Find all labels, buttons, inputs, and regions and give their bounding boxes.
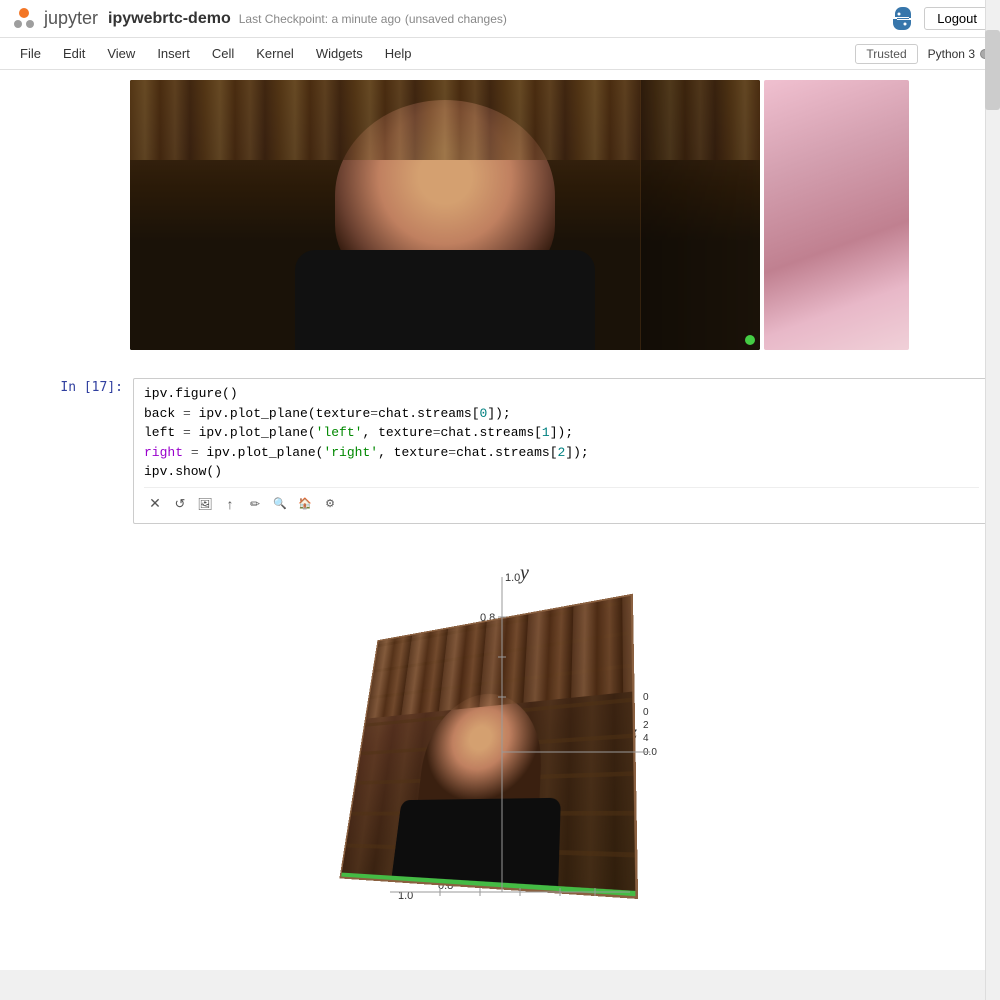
menu-cell[interactable]: Cell xyxy=(202,42,244,65)
unsaved-changes: (unsaved changes) xyxy=(405,12,507,26)
toolbar-home-icon[interactable]: 🏠 xyxy=(294,493,316,515)
logout-button[interactable]: Logout xyxy=(924,7,990,30)
z-tick-00: 0.0 xyxy=(643,747,657,758)
topbar: jupyter ipywebrtc-demo Last Checkpoint: … xyxy=(0,0,1000,38)
cell-content[interactable]: ipv.figure() back = ipv.plot_plane(textu… xyxy=(133,378,990,524)
code-cell-wrapper: In [17]: ipv.figure() back = ipv.plot_pl… xyxy=(3,373,1000,529)
video-body xyxy=(295,250,595,350)
video-green-indicator xyxy=(745,335,755,345)
menu-insert[interactable]: Insert xyxy=(147,42,200,65)
code-line-2: back = ipv.plot_plane(texture=chat.strea… xyxy=(144,404,979,424)
toolbar-refresh-icon[interactable]: ↺ xyxy=(169,493,191,515)
kernel-info: Python 3 xyxy=(928,47,990,61)
menu-file[interactable]: File xyxy=(10,42,51,65)
side-video xyxy=(764,80,909,350)
toolbar-edit-icon[interactable]: ✏ xyxy=(244,493,266,515)
viz-container: y 1.0 x z 0.8 0.6 0.4 1.0 0.8 0.6 0.4 0.… xyxy=(290,552,710,932)
z-tick-3: 2 xyxy=(643,720,649,731)
side-video-placeholder xyxy=(764,80,909,350)
menubar: File Edit View Insert Cell Kernel Widget… xyxy=(0,38,1000,70)
video-right-area xyxy=(640,80,760,350)
cell-toolbar: ✕ ↺ 🖼 ↑ ✏ 🔍 🏠 ⚙ xyxy=(144,487,979,518)
code-area: ipv.figure() back = ipv.plot_plane(textu… xyxy=(144,384,979,482)
toolbar-zoom-icon[interactable]: 🔍 xyxy=(269,493,291,515)
scrollbar[interactable] xyxy=(985,0,1000,1000)
code-line-5: ipv.show() xyxy=(144,462,979,482)
video-placeholder xyxy=(130,80,760,350)
checkpoint-info: Last Checkpoint: a minute ago xyxy=(239,12,401,26)
y-axis-label: y xyxy=(520,562,529,585)
notebook: In [17]: ipv.figure() back = ipv.plot_pl… xyxy=(0,70,1000,970)
menu-widgets[interactable]: Widgets xyxy=(306,42,373,65)
code-cell-section: In [17]: ipv.figure() back = ipv.plot_pl… xyxy=(0,368,1000,534)
video-container xyxy=(130,80,930,350)
menu-kernel[interactable]: Kernel xyxy=(246,42,304,65)
kernel-label: Python 3 xyxy=(928,47,975,61)
notebook-title: ipywebrtc-demo xyxy=(108,10,231,28)
code-line-1: ipv.figure() xyxy=(144,384,979,404)
trusted-badge: Trusted xyxy=(855,44,917,64)
code-line-3: left = ipv.plot_plane('left', texture=ch… xyxy=(144,423,979,443)
python-logo-icon xyxy=(888,5,916,33)
toolbar-image-icon[interactable]: 🖼 xyxy=(194,493,216,515)
code-line-4: right = ipv.plot_plane('right', texture=… xyxy=(144,443,979,463)
side-video-content xyxy=(764,80,909,350)
menu-edit[interactable]: Edit xyxy=(53,42,95,65)
toolbar-up-icon[interactable]: ↑ xyxy=(219,493,241,515)
menubar-right: Trusted Python 3 xyxy=(855,44,990,64)
y-tick-10: 1.0 xyxy=(505,572,520,584)
video-section xyxy=(0,70,1000,360)
cell-prompt: In [17]: xyxy=(3,378,133,395)
topbar-right: Logout xyxy=(888,5,990,33)
z-tick-4: 4 xyxy=(643,733,649,744)
z-tick-2: 0 xyxy=(643,707,649,718)
jupyter-label: jupyter xyxy=(44,8,98,29)
toolbar-crosshair-icon[interactable]: ✕ xyxy=(144,493,166,515)
scrollbar-thumb[interactable] xyxy=(985,30,1000,110)
main-video xyxy=(130,80,760,350)
jupyter-logo: jupyter xyxy=(10,5,98,33)
viz-section: y 1.0 x z 0.8 0.6 0.4 1.0 0.8 0.6 0.4 0.… xyxy=(0,542,1000,962)
jupyter-icon xyxy=(10,5,38,33)
x-tick-00: 1.0 xyxy=(398,890,413,902)
z-tick-1: 0 xyxy=(643,692,649,703)
menu-view[interactable]: View xyxy=(97,42,145,65)
menu-help[interactable]: Help xyxy=(375,42,422,65)
toolbar-settings-icon[interactable]: ⚙ xyxy=(319,493,341,515)
3d-plane xyxy=(339,593,638,898)
